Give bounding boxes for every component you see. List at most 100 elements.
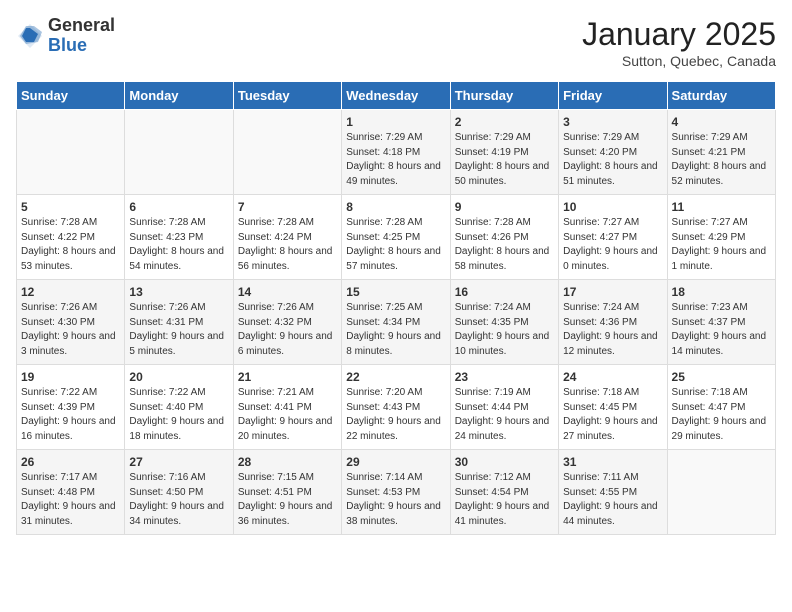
day-info: Sunrise: 7:28 AM Sunset: 4:26 PM Dayligh… — [455, 216, 554, 274]
day-cell — [125, 110, 233, 195]
day-number: 13 — [129, 285, 228, 299]
day-number: 10 — [563, 200, 662, 214]
day-info: Sunrise: 7:28 AM Sunset: 4:23 PM Dayligh… — [129, 216, 228, 274]
day-cell: 21 Sunrise: 7:21 AM Sunset: 4:41 PM Dayli… — [233, 365, 341, 450]
day-cell: 13 Sunrise: 7:26 AM Sunset: 4:31 PM Dayli… — [125, 280, 233, 365]
logo-icon — [16, 22, 44, 50]
day-number: 7 — [238, 200, 337, 214]
day-info: Sunrise: 7:25 AM Sunset: 4:34 PM Dayligh… — [346, 301, 445, 359]
day-info: Sunrise: 7:18 AM Sunset: 4:47 PM Dayligh… — [672, 386, 771, 444]
day-cell: 10 Sunrise: 7:27 AM Sunset: 4:27 PM Dayli… — [559, 195, 667, 280]
day-info: Sunrise: 7:26 AM Sunset: 4:32 PM Dayligh… — [238, 301, 337, 359]
day-number: 16 — [455, 285, 554, 299]
day-cell: 8 Sunrise: 7:28 AM Sunset: 4:25 PM Daylig… — [342, 195, 450, 280]
logo-text: General Blue — [48, 16, 115, 56]
day-cell: 26 Sunrise: 7:17 AM Sunset: 4:48 PM Dayli… — [17, 450, 125, 535]
page-header: General Blue January 2025 Sutton, Quebec… — [16, 16, 776, 69]
day-info: Sunrise: 7:24 AM Sunset: 4:35 PM Dayligh… — [455, 301, 554, 359]
day-info: Sunrise: 7:22 AM Sunset: 4:40 PM Dayligh… — [129, 386, 228, 444]
day-cell: 27 Sunrise: 7:16 AM Sunset: 4:50 PM Dayli… — [125, 450, 233, 535]
day-number: 21 — [238, 370, 337, 384]
day-info: Sunrise: 7:11 AM Sunset: 4:55 PM Dayligh… — [563, 471, 662, 529]
day-cell: 20 Sunrise: 7:22 AM Sunset: 4:40 PM Dayli… — [125, 365, 233, 450]
day-cell — [233, 110, 341, 195]
day-info: Sunrise: 7:29 AM Sunset: 4:20 PM Dayligh… — [563, 131, 662, 189]
day-info: Sunrise: 7:21 AM Sunset: 4:41 PM Dayligh… — [238, 386, 337, 444]
day-info: Sunrise: 7:26 AM Sunset: 4:30 PM Dayligh… — [21, 301, 120, 359]
title-block: January 2025 Sutton, Quebec, Canada — [582, 16, 776, 69]
day-number: 26 — [21, 455, 120, 469]
weekday-header-monday: Monday — [125, 82, 233, 110]
day-info: Sunrise: 7:29 AM Sunset: 4:19 PM Dayligh… — [455, 131, 554, 189]
weekday-header-tuesday: Tuesday — [233, 82, 341, 110]
day-number: 18 — [672, 285, 771, 299]
day-number: 22 — [346, 370, 445, 384]
day-info: Sunrise: 7:28 AM Sunset: 4:24 PM Dayligh… — [238, 216, 337, 274]
day-number: 15 — [346, 285, 445, 299]
day-cell: 23 Sunrise: 7:19 AM Sunset: 4:44 PM Dayli… — [450, 365, 558, 450]
day-number: 8 — [346, 200, 445, 214]
day-cell: 4 Sunrise: 7:29 AM Sunset: 4:21 PM Daylig… — [667, 110, 775, 195]
day-number: 20 — [129, 370, 228, 384]
day-info: Sunrise: 7:27 AM Sunset: 4:27 PM Dayligh… — [563, 216, 662, 274]
day-info: Sunrise: 7:19 AM Sunset: 4:44 PM Dayligh… — [455, 386, 554, 444]
day-number: 9 — [455, 200, 554, 214]
day-cell: 15 Sunrise: 7:25 AM Sunset: 4:34 PM Dayli… — [342, 280, 450, 365]
day-info: Sunrise: 7:23 AM Sunset: 4:37 PM Dayligh… — [672, 301, 771, 359]
day-number: 25 — [672, 370, 771, 384]
day-cell: 17 Sunrise: 7:24 AM Sunset: 4:36 PM Dayli… — [559, 280, 667, 365]
day-number: 14 — [238, 285, 337, 299]
location-text: Sutton, Quebec, Canada — [582, 53, 776, 69]
day-cell: 3 Sunrise: 7:29 AM Sunset: 4:20 PM Daylig… — [559, 110, 667, 195]
day-cell: 11Sunrise: 7:27 AM Sunset: 4:29 PM Dayli… — [667, 195, 775, 280]
day-number: 23 — [455, 370, 554, 384]
logo: General Blue — [16, 16, 115, 56]
day-number: 29 — [346, 455, 445, 469]
weekday-header-sunday: Sunday — [17, 82, 125, 110]
day-cell — [17, 110, 125, 195]
day-number: 4 — [672, 115, 771, 129]
day-cell: 24Sunrise: 7:18 AM Sunset: 4:45 PM Dayli… — [559, 365, 667, 450]
weekday-header-row: SundayMondayTuesdayWednesdayThursdayFrid… — [17, 82, 776, 110]
day-number: 6 — [129, 200, 228, 214]
week-row-2: 5Sunrise: 7:28 AM Sunset: 4:22 PM Daylig… — [17, 195, 776, 280]
day-cell: 28 Sunrise: 7:15 AM Sunset: 4:51 PM Dayli… — [233, 450, 341, 535]
logo-general-text: General — [48, 16, 115, 36]
day-number: 2 — [455, 115, 554, 129]
day-number: 12 — [21, 285, 120, 299]
day-cell: 9 Sunrise: 7:28 AM Sunset: 4:26 PM Daylig… — [450, 195, 558, 280]
day-cell: 16 Sunrise: 7:24 AM Sunset: 4:35 PM Dayli… — [450, 280, 558, 365]
day-number: 3 — [563, 115, 662, 129]
day-info: Sunrise: 7:14 AM Sunset: 4:53 PM Dayligh… — [346, 471, 445, 529]
day-info: Sunrise: 7:24 AM Sunset: 4:36 PM Dayligh… — [563, 301, 662, 359]
week-row-3: 12 Sunrise: 7:26 AM Sunset: 4:30 PM Dayli… — [17, 280, 776, 365]
day-cell — [667, 450, 775, 535]
day-number: 17 — [563, 285, 662, 299]
day-cell: 2 Sunrise: 7:29 AM Sunset: 4:19 PM Daylig… — [450, 110, 558, 195]
day-cell: 30Sunrise: 7:12 AM Sunset: 4:54 PM Dayli… — [450, 450, 558, 535]
day-number: 28 — [238, 455, 337, 469]
week-row-4: 19Sunrise: 7:22 AM Sunset: 4:39 PM Dayli… — [17, 365, 776, 450]
day-cell: 31 Sunrise: 7:11 AM Sunset: 4:55 PM Dayli… — [559, 450, 667, 535]
day-cell: 19Sunrise: 7:22 AM Sunset: 4:39 PM Dayli… — [17, 365, 125, 450]
weekday-header-wednesday: Wednesday — [342, 82, 450, 110]
day-info: Sunrise: 7:29 AM Sunset: 4:21 PM Dayligh… — [672, 131, 771, 189]
calendar-table: SundayMondayTuesdayWednesdayThursdayFrid… — [16, 81, 776, 535]
day-number: 31 — [563, 455, 662, 469]
day-info: Sunrise: 7:16 AM Sunset: 4:50 PM Dayligh… — [129, 471, 228, 529]
day-number: 27 — [129, 455, 228, 469]
day-cell: 1Sunrise: 7:29 AM Sunset: 4:18 PM Daylig… — [342, 110, 450, 195]
day-cell: 5Sunrise: 7:28 AM Sunset: 4:22 PM Daylig… — [17, 195, 125, 280]
day-info: Sunrise: 7:29 AM Sunset: 4:18 PM Dayligh… — [346, 131, 445, 189]
week-row-1: 1Sunrise: 7:29 AM Sunset: 4:18 PM Daylig… — [17, 110, 776, 195]
day-info: Sunrise: 7:26 AM Sunset: 4:31 PM Dayligh… — [129, 301, 228, 359]
day-cell: 29 Sunrise: 7:14 AM Sunset: 4:53 PM Dayli… — [342, 450, 450, 535]
day-cell: 25 Sunrise: 7:18 AM Sunset: 4:47 PM Dayli… — [667, 365, 775, 450]
day-cell: 7 Sunrise: 7:28 AM Sunset: 4:24 PM Daylig… — [233, 195, 341, 280]
week-row-5: 26 Sunrise: 7:17 AM Sunset: 4:48 PM Dayli… — [17, 450, 776, 535]
day-info: Sunrise: 7:15 AM Sunset: 4:51 PM Dayligh… — [238, 471, 337, 529]
day-info: Sunrise: 7:28 AM Sunset: 4:22 PM Dayligh… — [21, 216, 120, 274]
day-number: 11 — [672, 200, 771, 214]
day-info: Sunrise: 7:17 AM Sunset: 4:48 PM Dayligh… — [21, 471, 120, 529]
day-info: Sunrise: 7:28 AM Sunset: 4:25 PM Dayligh… — [346, 216, 445, 274]
